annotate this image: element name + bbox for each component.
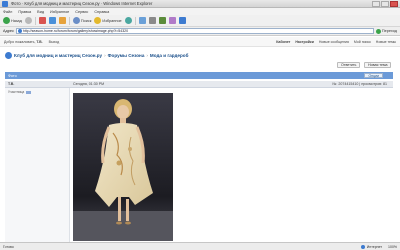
- menu-bar: Файл Правка Вид Избранное Сервис Справка: [0, 8, 400, 15]
- forward-button[interactable]: [24, 17, 32, 25]
- url-input[interactable]: http://season-home.ru/forum/forum/galler…: [15, 28, 374, 34]
- back-label: Назад: [11, 18, 22, 23]
- username-link[interactable]: Т.В.: [36, 40, 42, 44]
- forum-logo-icon: [5, 52, 12, 59]
- zoom-level[interactable]: 100%: [388, 245, 397, 249]
- internet-zone-icon: [360, 244, 365, 249]
- breadcrumb-separator: ›: [146, 53, 148, 58]
- post-meta: №: 2074415410 | просмотров: 81: [332, 82, 387, 86]
- status-bar: Готово Интернет 100%: [0, 242, 400, 250]
- window-controls: [372, 0, 398, 7]
- logout-link[interactable]: Выход: [49, 40, 59, 44]
- go-arrow-icon: [375, 28, 381, 34]
- refresh-icon[interactable]: [48, 17, 56, 24]
- user-bar: Добро пожаловать, Т.В. Выход Кабинет Нас…: [0, 37, 400, 47]
- user-link-new-posts[interactable]: Новые сообщения: [319, 40, 349, 44]
- rank-badge-icon: [26, 90, 32, 94]
- user-link-cabinet[interactable]: Кабинет: [276, 40, 290, 44]
- address-bar: Адрес http://season-home.ru/forum/forum/…: [0, 27, 400, 36]
- post-header: Т.В. Сегодня, 01:30 PM №: 2074415410 | п…: [5, 81, 393, 88]
- close-icon[interactable]: [390, 0, 398, 7]
- user-rank: Участница: [8, 90, 25, 94]
- favorites-button[interactable]: Избранное: [94, 17, 122, 25]
- menu-item-tools[interactable]: Сервис: [75, 10, 88, 14]
- reply-button[interactable]: Ответить: [337, 62, 361, 68]
- back-button[interactable]: Назад: [3, 17, 22, 25]
- section-title: Фото: [8, 73, 17, 78]
- gallery-photo[interactable]: [73, 93, 173, 241]
- back-arrow-icon: [3, 17, 10, 24]
- status-text: Готово: [3, 244, 14, 249]
- home-icon[interactable]: [58, 17, 66, 24]
- search-label: Поиск: [80, 18, 92, 23]
- minimize-icon[interactable]: [372, 0, 380, 7]
- go-label: Переход: [381, 29, 397, 33]
- search-icon: [72, 17, 80, 24]
- forward-arrow-icon: [24, 17, 32, 24]
- breadcrumb: Клуб для модниц и мастериц Сезон.ру › Фо…: [5, 52, 188, 59]
- ie-logo-icon: [2, 0, 8, 7]
- url-text: http://season-home.ru/forum/forum/galler…: [22, 29, 129, 33]
- zone-label: Интернет: [366, 244, 383, 249]
- breadcrumb-item-fashion[interactable]: Мода и гардероб: [150, 53, 189, 58]
- menu-item-file[interactable]: Файл: [3, 10, 12, 14]
- stop-icon[interactable]: [38, 17, 46, 24]
- user-link-settings[interactable]: Настройки: [295, 40, 313, 44]
- discuss-icon[interactable]: [168, 17, 176, 24]
- page-content: Добро пожаловать, Т.В. Выход Кабинет Нас…: [0, 37, 400, 242]
- toolbar-divider: [68, 16, 70, 25]
- toolbar-divider: [34, 16, 36, 25]
- edit-icon[interactable]: [158, 17, 166, 24]
- runway-model-image: [73, 93, 173, 241]
- menu-item-edit[interactable]: Правка: [18, 10, 31, 14]
- messenger-icon[interactable]: [178, 17, 186, 24]
- breadcrumb-item-forums[interactable]: Форумы Сезона: [108, 53, 145, 58]
- breadcrumb-separator: ›: [104, 53, 106, 58]
- mail-icon[interactable]: [138, 17, 146, 24]
- browser-toolbar: Назад Поиск Избранное: [0, 15, 400, 27]
- toolbar-divider: [134, 16, 136, 25]
- post-date: Сегодня, 01:30 PM: [73, 82, 105, 86]
- menu-item-view[interactable]: Вид: [37, 10, 44, 14]
- page-icon: [17, 29, 22, 33]
- breadcrumb-item-club[interactable]: Клуб для модниц и мастериц Сезон.ру: [14, 53, 102, 58]
- section-header: Фото Опции: [5, 72, 393, 79]
- search-button[interactable]: Поиск: [72, 17, 92, 25]
- window-title: Фото · Клуб для модниц и мастериц Сезон.…: [11, 1, 153, 6]
- address-label: Адрес: [3, 29, 14, 33]
- post-userinfo: Участница: [5, 88, 70, 242]
- go-button[interactable]: Переход: [375, 28, 397, 34]
- window-titlebar: Фото · Клуб для модниц и мастериц Сезон.…: [0, 0, 400, 8]
- user-link-my-search[interactable]: Мой поиск: [354, 40, 371, 44]
- maximize-icon[interactable]: [381, 0, 389, 7]
- user-link-new-topics[interactable]: Новые темы: [376, 40, 396, 44]
- greeting-text: Добро пожаловать, Т.В.: [4, 39, 43, 44]
- post-author[interactable]: Т.В.: [8, 82, 73, 86]
- new-topic-button[interactable]: Новая тема: [364, 62, 392, 68]
- favorites-label: Избранное: [102, 18, 122, 23]
- menu-item-help[interactable]: Справка: [94, 10, 109, 14]
- options-dropdown[interactable]: Опции: [364, 73, 383, 78]
- print-icon[interactable]: [148, 17, 156, 24]
- menu-item-favorites[interactable]: Избранное: [50, 10, 69, 14]
- history-icon[interactable]: [124, 17, 132, 24]
- star-icon: [94, 17, 102, 24]
